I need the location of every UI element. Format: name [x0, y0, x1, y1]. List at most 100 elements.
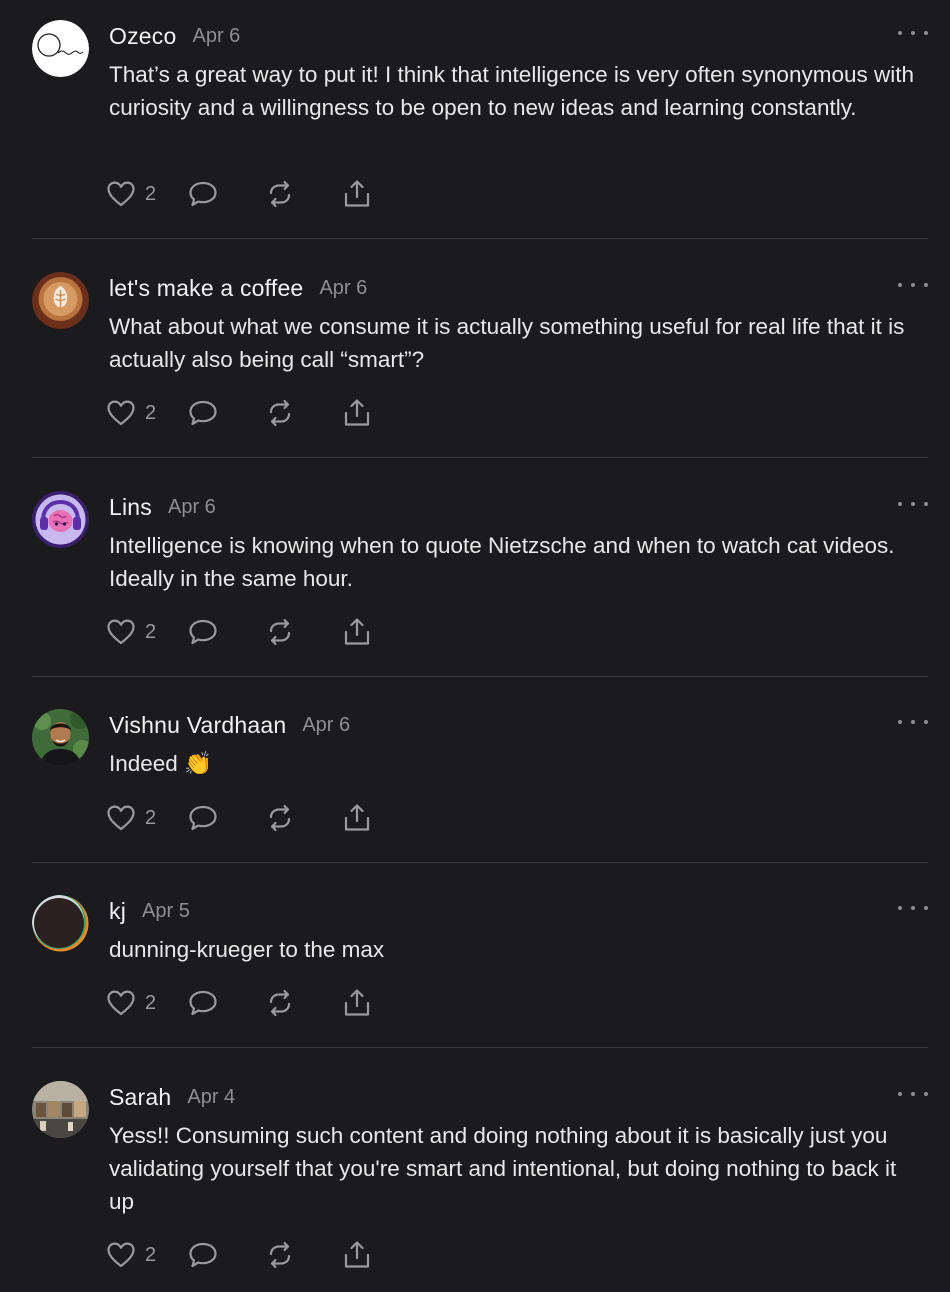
restack-button[interactable] [265, 618, 295, 646]
restack-arrows-icon [270, 399, 291, 427]
restack-arrows-icon [270, 989, 291, 1017]
action-bar: 2 [106, 398, 372, 428]
ellipsis-icon[interactable] [898, 26, 928, 40]
comment-header: let's make a coffee Apr 6 [109, 272, 367, 304]
comment-item: kj Apr 5 dunning-krueger to the max 2 [0, 895, 950, 1035]
like-count: 2 [145, 806, 157, 829]
like-count: 2 [145, 991, 157, 1014]
share-button[interactable] [342, 617, 372, 647]
heart-icon [107, 990, 135, 1016]
share-upload-icon [345, 180, 370, 207]
restack-button[interactable] [265, 1241, 295, 1269]
restack-button[interactable] [265, 399, 295, 427]
author-name[interactable]: Ozeco [109, 23, 176, 50]
headphones-brain-avatar[interactable] [32, 491, 89, 548]
comment-date[interactable]: Apr 6 [168, 496, 216, 519]
share-button[interactable] [342, 803, 372, 833]
restack-arrows-icon [270, 180, 291, 208]
action-bar: 2 [106, 988, 372, 1018]
ellipsis-icon[interactable] [898, 278, 928, 292]
comment-text: Yess!! Consuming such content and doing … [109, 1123, 897, 1214]
share-button[interactable] [342, 179, 372, 209]
ellipsis-icon[interactable] [898, 901, 928, 915]
reply-button[interactable] [188, 180, 218, 208]
comment-feed: Ozeco Apr 6 That’s a great way to put it… [0, 0, 950, 1292]
comment-text: dunning-krueger to the max [109, 937, 385, 962]
eclipse-avatar[interactable] [32, 895, 89, 952]
comment-item: Sarah Apr 4 Yess!! Consuming such conten… [0, 1081, 950, 1281]
reply-button[interactable] [188, 618, 218, 646]
divider [32, 1047, 928, 1048]
comment-date[interactable]: Apr 6 [319, 277, 367, 300]
action-bar: 2 [106, 617, 372, 647]
like-button[interactable]: 2 [106, 618, 156, 646]
action-bar: 2 [106, 803, 372, 833]
author-name[interactable]: Vishnu Vardhaan [109, 712, 286, 739]
reply-button[interactable] [188, 989, 218, 1017]
divider [32, 862, 928, 863]
like-count: 2 [145, 620, 157, 643]
speech-bubble-icon [189, 400, 217, 426]
share-upload-icon [345, 1241, 370, 1268]
like-button[interactable]: 2 [106, 180, 156, 208]
restack-arrows-icon [270, 1241, 291, 1269]
share-upload-icon [345, 618, 370, 645]
comment-date[interactable]: Apr 5 [142, 900, 190, 923]
restack-button[interactable] [265, 804, 295, 832]
comment-text: That’s a great way to put it! I think th… [109, 62, 914, 120]
comment-header: Vishnu Vardhaan Apr 6 [109, 709, 350, 741]
comment-header: Ozeco Apr 6 [109, 20, 240, 52]
divider [32, 457, 928, 458]
heart-icon [107, 619, 135, 645]
speech-bubble-icon [189, 1242, 217, 1268]
comment-date[interactable]: Apr 6 [302, 714, 350, 737]
comment-item: let's make a coffee Apr 6 What about wha… [0, 272, 950, 442]
comment-date[interactable]: Apr 6 [192, 25, 240, 48]
author-name[interactable]: Sarah [109, 1084, 171, 1111]
latte-art-avatar[interactable] [32, 272, 89, 329]
heart-icon [107, 1242, 135, 1268]
share-button[interactable] [342, 1240, 372, 1270]
ellipsis-icon[interactable] [898, 1087, 928, 1101]
ellipsis-icon[interactable] [898, 715, 928, 729]
storefront-photo-avatar[interactable] [32, 1081, 89, 1138]
ellipsis-icon[interactable] [898, 497, 928, 511]
ozeco-logo-icon[interactable] [32, 20, 89, 77]
person-photo-avatar[interactable] [32, 709, 89, 766]
like-button[interactable]: 2 [106, 804, 156, 832]
heart-icon [107, 805, 135, 831]
speech-bubble-icon [189, 805, 217, 831]
comment-item: Lins Apr 6 Intelligence is knowing when … [0, 491, 950, 661]
reply-button[interactable] [188, 804, 218, 832]
share-button[interactable] [342, 988, 372, 1018]
reply-button[interactable] [188, 1241, 218, 1269]
comment-text: Intelligence is knowing when to quote Ni… [109, 533, 895, 591]
restack-arrows-icon [270, 804, 291, 832]
author-name[interactable]: Lins [109, 494, 152, 521]
action-bar: 2 [106, 179, 372, 209]
speech-bubble-icon [189, 619, 217, 645]
heart-icon [107, 400, 135, 426]
comment-item: Ozeco Apr 6 That’s a great way to put it… [0, 20, 950, 220]
restack-button[interactable] [265, 180, 295, 208]
comment-header: Lins Apr 6 [109, 491, 216, 523]
comment-header: Sarah Apr 4 [109, 1081, 235, 1113]
restack-button[interactable] [265, 989, 295, 1017]
comment-item: Vishnu Vardhaan Apr 6 Indeed 👏 2 [0, 709, 950, 849]
speech-bubble-icon [189, 990, 217, 1016]
comment-text: Indeed 👏 [109, 751, 213, 776]
action-bar: 2 [106, 1240, 372, 1270]
like-count: 2 [145, 182, 157, 205]
author-name[interactable]: let's make a coffee [109, 275, 303, 302]
author-name[interactable]: kj [109, 898, 126, 925]
comment-date[interactable]: Apr 4 [187, 1086, 235, 1109]
like-button[interactable]: 2 [106, 1241, 156, 1269]
like-button[interactable]: 2 [106, 989, 156, 1017]
like-count: 2 [145, 401, 157, 424]
like-count: 2 [145, 1243, 157, 1266]
like-button[interactable]: 2 [106, 399, 156, 427]
divider [32, 676, 928, 677]
divider [32, 238, 928, 239]
reply-button[interactable] [188, 399, 218, 427]
share-button[interactable] [342, 398, 372, 428]
